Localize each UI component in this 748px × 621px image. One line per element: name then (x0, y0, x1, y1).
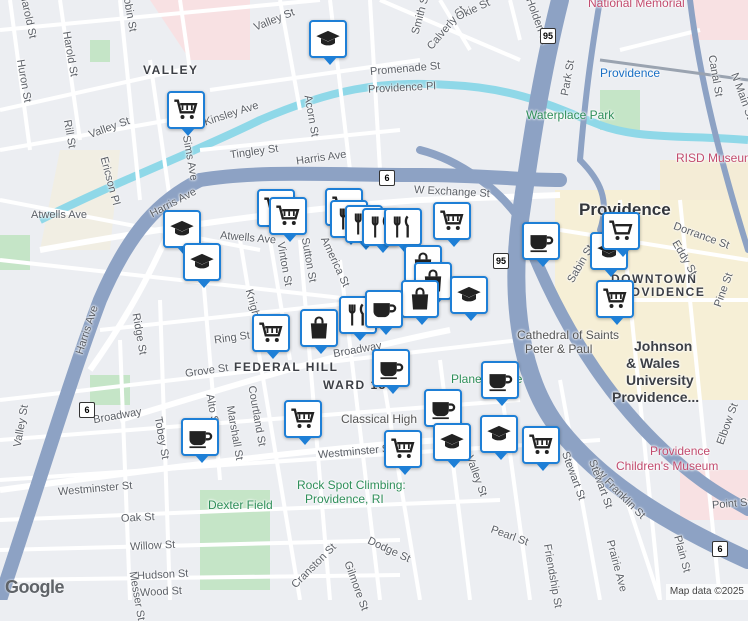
neighborhood-federal-hill: FEDERAL HILL (234, 360, 339, 374)
street-label: Willow St (129, 538, 176, 554)
street-label: Wood St (139, 584, 183, 600)
coffee-cup-icon (189, 431, 213, 449)
map-marker-grocery[interactable] (384, 430, 422, 475)
shopping-cart-icon (391, 438, 415, 458)
school-icon (316, 30, 340, 46)
street-label: Oak St (120, 511, 155, 525)
national-memorial-label[interactable]: National Memorial (588, 0, 685, 10)
map-marker-grocery[interactable] (167, 91, 205, 136)
coffee-cup-icon (530, 235, 554, 253)
school-icon (170, 220, 194, 236)
shopping-cart-icon (259, 322, 283, 342)
neighborhood-valley: VALLEY (143, 63, 199, 77)
highway-shield: 95 (493, 253, 509, 269)
school-icon (487, 425, 511, 441)
childrens-museum-label-1[interactable]: Providence (650, 444, 710, 458)
map-marker-grocery[interactable] (269, 197, 307, 242)
university-label-3: University (626, 372, 694, 388)
fork-knife-icon (393, 215, 409, 238)
map-marker-grocery[interactable] (284, 400, 322, 445)
map-marker-grocery[interactable] (433, 202, 471, 247)
university-label-1: Johnson (634, 338, 693, 354)
map-marker-school[interactable] (183, 243, 221, 288)
waterplace-park-label[interactable]: Waterplace Park (526, 108, 614, 122)
shopping-cart-icon (276, 205, 300, 225)
highway-shield: 6 (79, 402, 95, 418)
map-marker-grocery[interactable] (596, 280, 634, 325)
dexter-field-label[interactable]: Dexter Field (208, 498, 273, 512)
map-marker-restaurant[interactable] (384, 208, 422, 253)
map-marker-cafe[interactable] (372, 349, 410, 394)
google-logo[interactable]: Google (5, 577, 65, 598)
shopping-cart-icon (174, 99, 198, 119)
school-icon (457, 286, 481, 302)
map-marker-cafe[interactable] (481, 361, 519, 406)
map-marker-cafe[interactable] (522, 222, 560, 267)
school-icon (190, 253, 214, 269)
rock-spot-label-2[interactable]: Providence, RI (305, 492, 384, 506)
street-label: Atwells Ave (31, 209, 88, 221)
map-marker-grocery[interactable] (252, 314, 290, 359)
map-marker-school[interactable] (309, 20, 347, 65)
risd-museum-label[interactable]: RISD Museum (676, 151, 748, 165)
map-attribution[interactable]: Map data ©2025 (665, 584, 748, 600)
shopping-bag-icon (411, 287, 429, 310)
map-marker-cafe[interactable] (424, 389, 462, 434)
map-marker-school[interactable] (480, 415, 518, 460)
school-icon (440, 433, 464, 449)
highway-shield: 6 (712, 541, 728, 557)
cathedral-label-2[interactable]: Peter & Paul (525, 342, 592, 356)
childrens-museum-label-2[interactable]: Children's Museum (616, 459, 718, 473)
classical-high-label[interactable]: Classical High (341, 412, 417, 426)
map-marker-cafe[interactable] (365, 290, 403, 335)
university-label-2: & Wales (626, 355, 680, 371)
university-label-4: Providence... (612, 389, 700, 405)
map-marker-school[interactable] (450, 276, 488, 321)
map-marker-school[interactable] (433, 423, 471, 468)
cathedral-label-1[interactable]: Cathedral of Saints (517, 328, 619, 342)
shopping-cart-icon (609, 220, 633, 240)
providence-station-label[interactable]: Providence (600, 66, 660, 80)
shopping-cart-icon (529, 434, 553, 454)
shopping-bag-icon (310, 316, 328, 339)
shopping-cart-icon (291, 408, 315, 428)
map-marker-grocery[interactable] (522, 426, 560, 471)
map-marker-grocery[interactable] (602, 212, 640, 257)
coffee-cup-icon (373, 303, 397, 318)
coffee-cup-icon (489, 374, 513, 392)
map-marker-shopping[interactable] (401, 280, 439, 325)
shopping-cart-icon (440, 210, 464, 230)
coffee-cup-icon (380, 362, 404, 380)
map-marker-cafe[interactable] (181, 418, 219, 463)
map-marker-shopping[interactable] (300, 309, 338, 354)
coffee-cup-icon (432, 402, 456, 420)
highway-shield: 6 (379, 170, 395, 186)
highway-shield: 95 (540, 28, 556, 44)
rock-spot-label-1[interactable]: Rock Spot Climbing: (297, 478, 406, 492)
shopping-cart-icon (603, 288, 627, 308)
